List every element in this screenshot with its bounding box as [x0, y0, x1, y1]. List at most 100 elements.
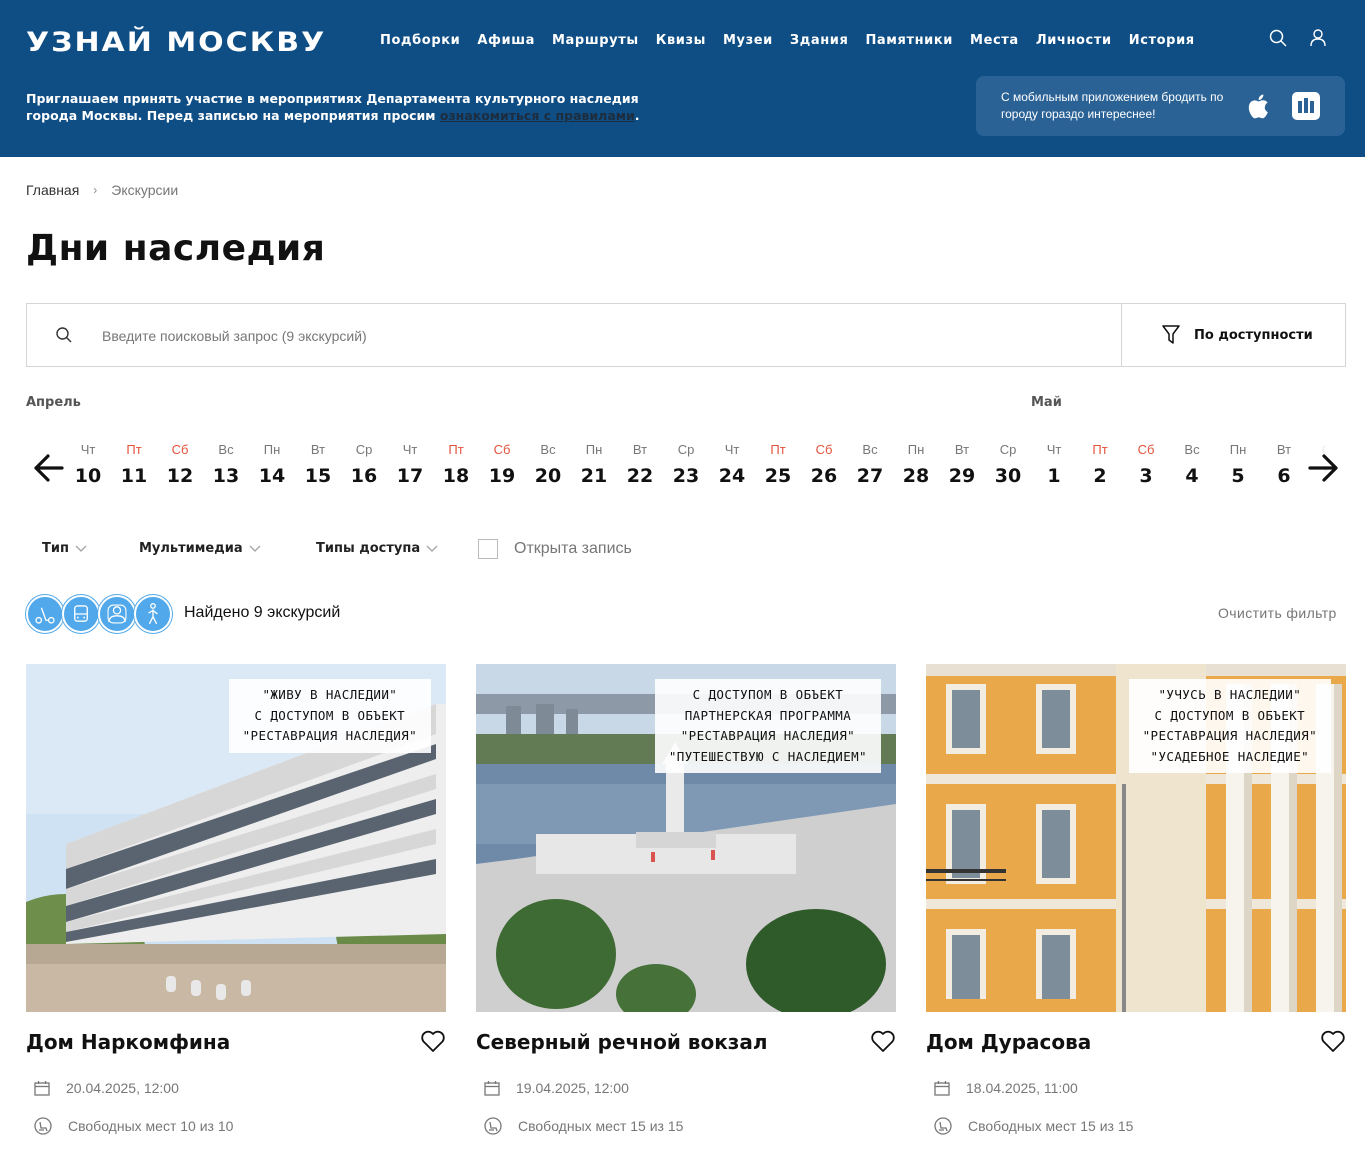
calendar-weekday: Вт: [632, 442, 648, 457]
open-registration-label[interactable]: Открыта запись: [514, 540, 632, 558]
rules-link[interactable]: ознакомиться с правилами: [440, 108, 635, 123]
calendar-date: 1: [1047, 465, 1061, 487]
calendar-next-arrow-icon[interactable]: [1308, 452, 1340, 484]
calendar-day[interactable]: Сб 3: [1123, 440, 1169, 487]
card-image[interactable]: "ЖИВУ В НАСЛЕДИИ" С ДОСТУПОМ В ОБЪЕКТ "Р…: [26, 664, 446, 1012]
type-dropdown[interactable]: Тип: [42, 541, 87, 556]
nav-item-collections[interactable]: Подборки: [380, 33, 460, 48]
excursion-card[interactable]: С ДОСТУПОМ В ОБЪЕКТ ПАРТНЕРСКАЯ ПРОГРАММ…: [476, 664, 896, 1135]
calendar-day[interactable]: Чт 10: [65, 440, 111, 487]
calendar-date: 19: [488, 465, 516, 487]
group-icon[interactable]: [98, 595, 136, 633]
nav-item-quizzes[interactable]: Квизы: [656, 33, 706, 48]
calendar-day[interactable]: Чт 1: [1031, 440, 1077, 487]
calendar-day[interactable]: Пт 11: [111, 440, 157, 487]
excursion-card[interactable]: "УЧУСЬ В НАСЛЕДИИ" С ДОСТУПОМ В ОБЪЕКТ "…: [926, 664, 1346, 1135]
bus-icon[interactable]: [62, 595, 100, 633]
heart-icon[interactable]: [420, 1028, 446, 1054]
access-types-dropdown[interactable]: Типы доступа: [316, 541, 438, 556]
card-date: 20.04.2025, 12:00: [66, 1080, 179, 1096]
calendar-day[interactable]: Вс 13: [203, 440, 249, 487]
search-icon: [56, 327, 72, 343]
main-nav: Подборки Афиша Маршруты Квизы Музеи Здан…: [380, 33, 1212, 48]
calendar-day[interactable]: Пн 5: [1215, 440, 1261, 487]
search-icon[interactable]: [1268, 28, 1288, 48]
walking-icon[interactable]: [134, 595, 172, 633]
calendar-date: 29: [948, 465, 976, 487]
calendar-day[interactable]: Сб 26: [801, 440, 847, 487]
calendar-date: 23: [672, 465, 700, 487]
clear-filter-link[interactable]: Очистить фильтр: [1218, 605, 1337, 621]
card-title[interactable]: Дом Дурасова: [926, 1030, 1091, 1054]
calendar-day[interactable]: Пт 18: [433, 440, 479, 487]
open-registration-checkbox[interactable]: [478, 539, 498, 559]
nav-item-routes[interactable]: Маршруты: [552, 33, 639, 48]
search-input[interactable]: [102, 324, 1002, 348]
heart-icon[interactable]: [1320, 1028, 1346, 1054]
card-seats-row: Свободных мест 15 из 15: [934, 1117, 1133, 1135]
breadcrumb-home[interactable]: Главная: [26, 182, 79, 198]
card-tag: "ЖИВУ В НАСЛЕДИИ": [262, 687, 398, 702]
calendar-day[interactable]: Вт 29: [939, 440, 985, 487]
nav-item-places[interactable]: Места: [970, 33, 1019, 48]
calendar-day[interactable]: Пн 14: [249, 440, 295, 487]
calendar-day[interactable]: Чт 24: [709, 440, 755, 487]
user-icon[interactable]: [1308, 28, 1328, 48]
calendar-date: 15: [304, 465, 332, 487]
excursion-card[interactable]: "ЖИВУ В НАСЛЕДИИ" С ДОСТУПОМ В ОБЪЕКТ "Р…: [26, 664, 446, 1135]
calendar-date: 30: [994, 465, 1022, 487]
calendar-day[interactable]: Пт 2: [1077, 440, 1123, 487]
scooter-icon[interactable]: [26, 595, 64, 633]
card-title[interactable]: Дом Наркомфина: [26, 1030, 230, 1054]
filter-button-label: По доступности: [1194, 327, 1313, 343]
calendar-weekday: Пн: [585, 442, 603, 457]
breadcrumb-current[interactable]: Экскурсии: [111, 182, 178, 198]
calendar-weekday: Пн: [263, 442, 281, 457]
calendar-day[interactable]: Пн 28: [893, 440, 939, 487]
nav-item-afisha[interactable]: Афиша: [477, 33, 535, 48]
calendar-day[interactable]: Ср 16: [341, 440, 387, 487]
card-date-row: 20.04.2025, 12:00: [34, 1080, 179, 1096]
calendar-weekday: Вс: [862, 442, 878, 457]
calendar-weekday: Ср: [999, 442, 1017, 457]
calendar-day[interactable]: Сб 19: [479, 440, 525, 487]
calendar-date: 28: [902, 465, 930, 487]
calendar-day[interactable]: Пн 21: [571, 440, 617, 487]
card-tags: "УЧУСЬ В НАСЛЕДИИ" С ДОСТУПОМ В ОБЪЕКТ "…: [1128, 679, 1331, 773]
calendar-day[interactable]: Пт 25: [755, 440, 801, 487]
app-logo-icon[interactable]: [1292, 92, 1320, 120]
calendar-weekday: Пт: [448, 442, 464, 457]
calendar-day[interactable]: Вс 27: [847, 440, 893, 487]
nav-item-history[interactable]: История: [1129, 33, 1195, 48]
chevron-down-icon: [426, 544, 438, 552]
calendar-day[interactable]: Чт 17: [387, 440, 433, 487]
card-seats-row: Свободных мест 15 из 15: [484, 1117, 683, 1135]
card-tag: "УЧУСЬ В НАСЛЕДИИ": [1158, 687, 1302, 702]
card-seats: Свободных мест 15 из 15: [518, 1118, 684, 1134]
accessibility-filter-button[interactable]: По доступности: [1121, 303, 1346, 367]
calendar-day[interactable]: Сб 12: [157, 440, 203, 487]
calendar-weekday: Ср: [677, 442, 695, 457]
nav-item-buildings[interactable]: Здания: [790, 33, 849, 48]
card-image[interactable]: "УЧУСЬ В НАСЛЕДИИ" С ДОСТУПОМ В ОБЪЕКТ "…: [926, 664, 1346, 1012]
calendar-day[interactable]: Вт 22: [617, 440, 663, 487]
nav-item-persons[interactable]: Личности: [1036, 33, 1112, 48]
calendar-day[interactable]: Вт 15: [295, 440, 341, 487]
calendar-date: 2: [1093, 465, 1107, 487]
nav-item-museums[interactable]: Музеи: [723, 33, 773, 48]
calendar-day[interactable]: Вс 4: [1169, 440, 1215, 487]
calendar-day[interactable]: Ср 30: [985, 440, 1031, 487]
nav-item-monuments[interactable]: Памятники: [865, 33, 953, 48]
site-logo[interactable]: УЗНАЙ МОСКВУ: [26, 27, 326, 59]
card-image[interactable]: С ДОСТУПОМ В ОБЪЕКТ ПАРТНЕРСКАЯ ПРОГРАММ…: [476, 664, 896, 1012]
search-bar: [26, 303, 1122, 367]
apple-icon[interactable]: [1248, 92, 1272, 120]
calendar-day[interactable]: Вс 20: [525, 440, 571, 487]
mobile-app-promo[interactable]: С мобильным приложением бродить по город…: [976, 76, 1345, 136]
calendar-date: 21: [580, 465, 608, 487]
calendar-day[interactable]: Ср 23: [663, 440, 709, 487]
calendar-prev-arrow-icon[interactable]: [32, 452, 64, 484]
card-title[interactable]: Северный речной вокзал: [476, 1030, 768, 1054]
heart-icon[interactable]: [870, 1028, 896, 1054]
multimedia-dropdown[interactable]: Мультимедиа: [139, 541, 261, 556]
